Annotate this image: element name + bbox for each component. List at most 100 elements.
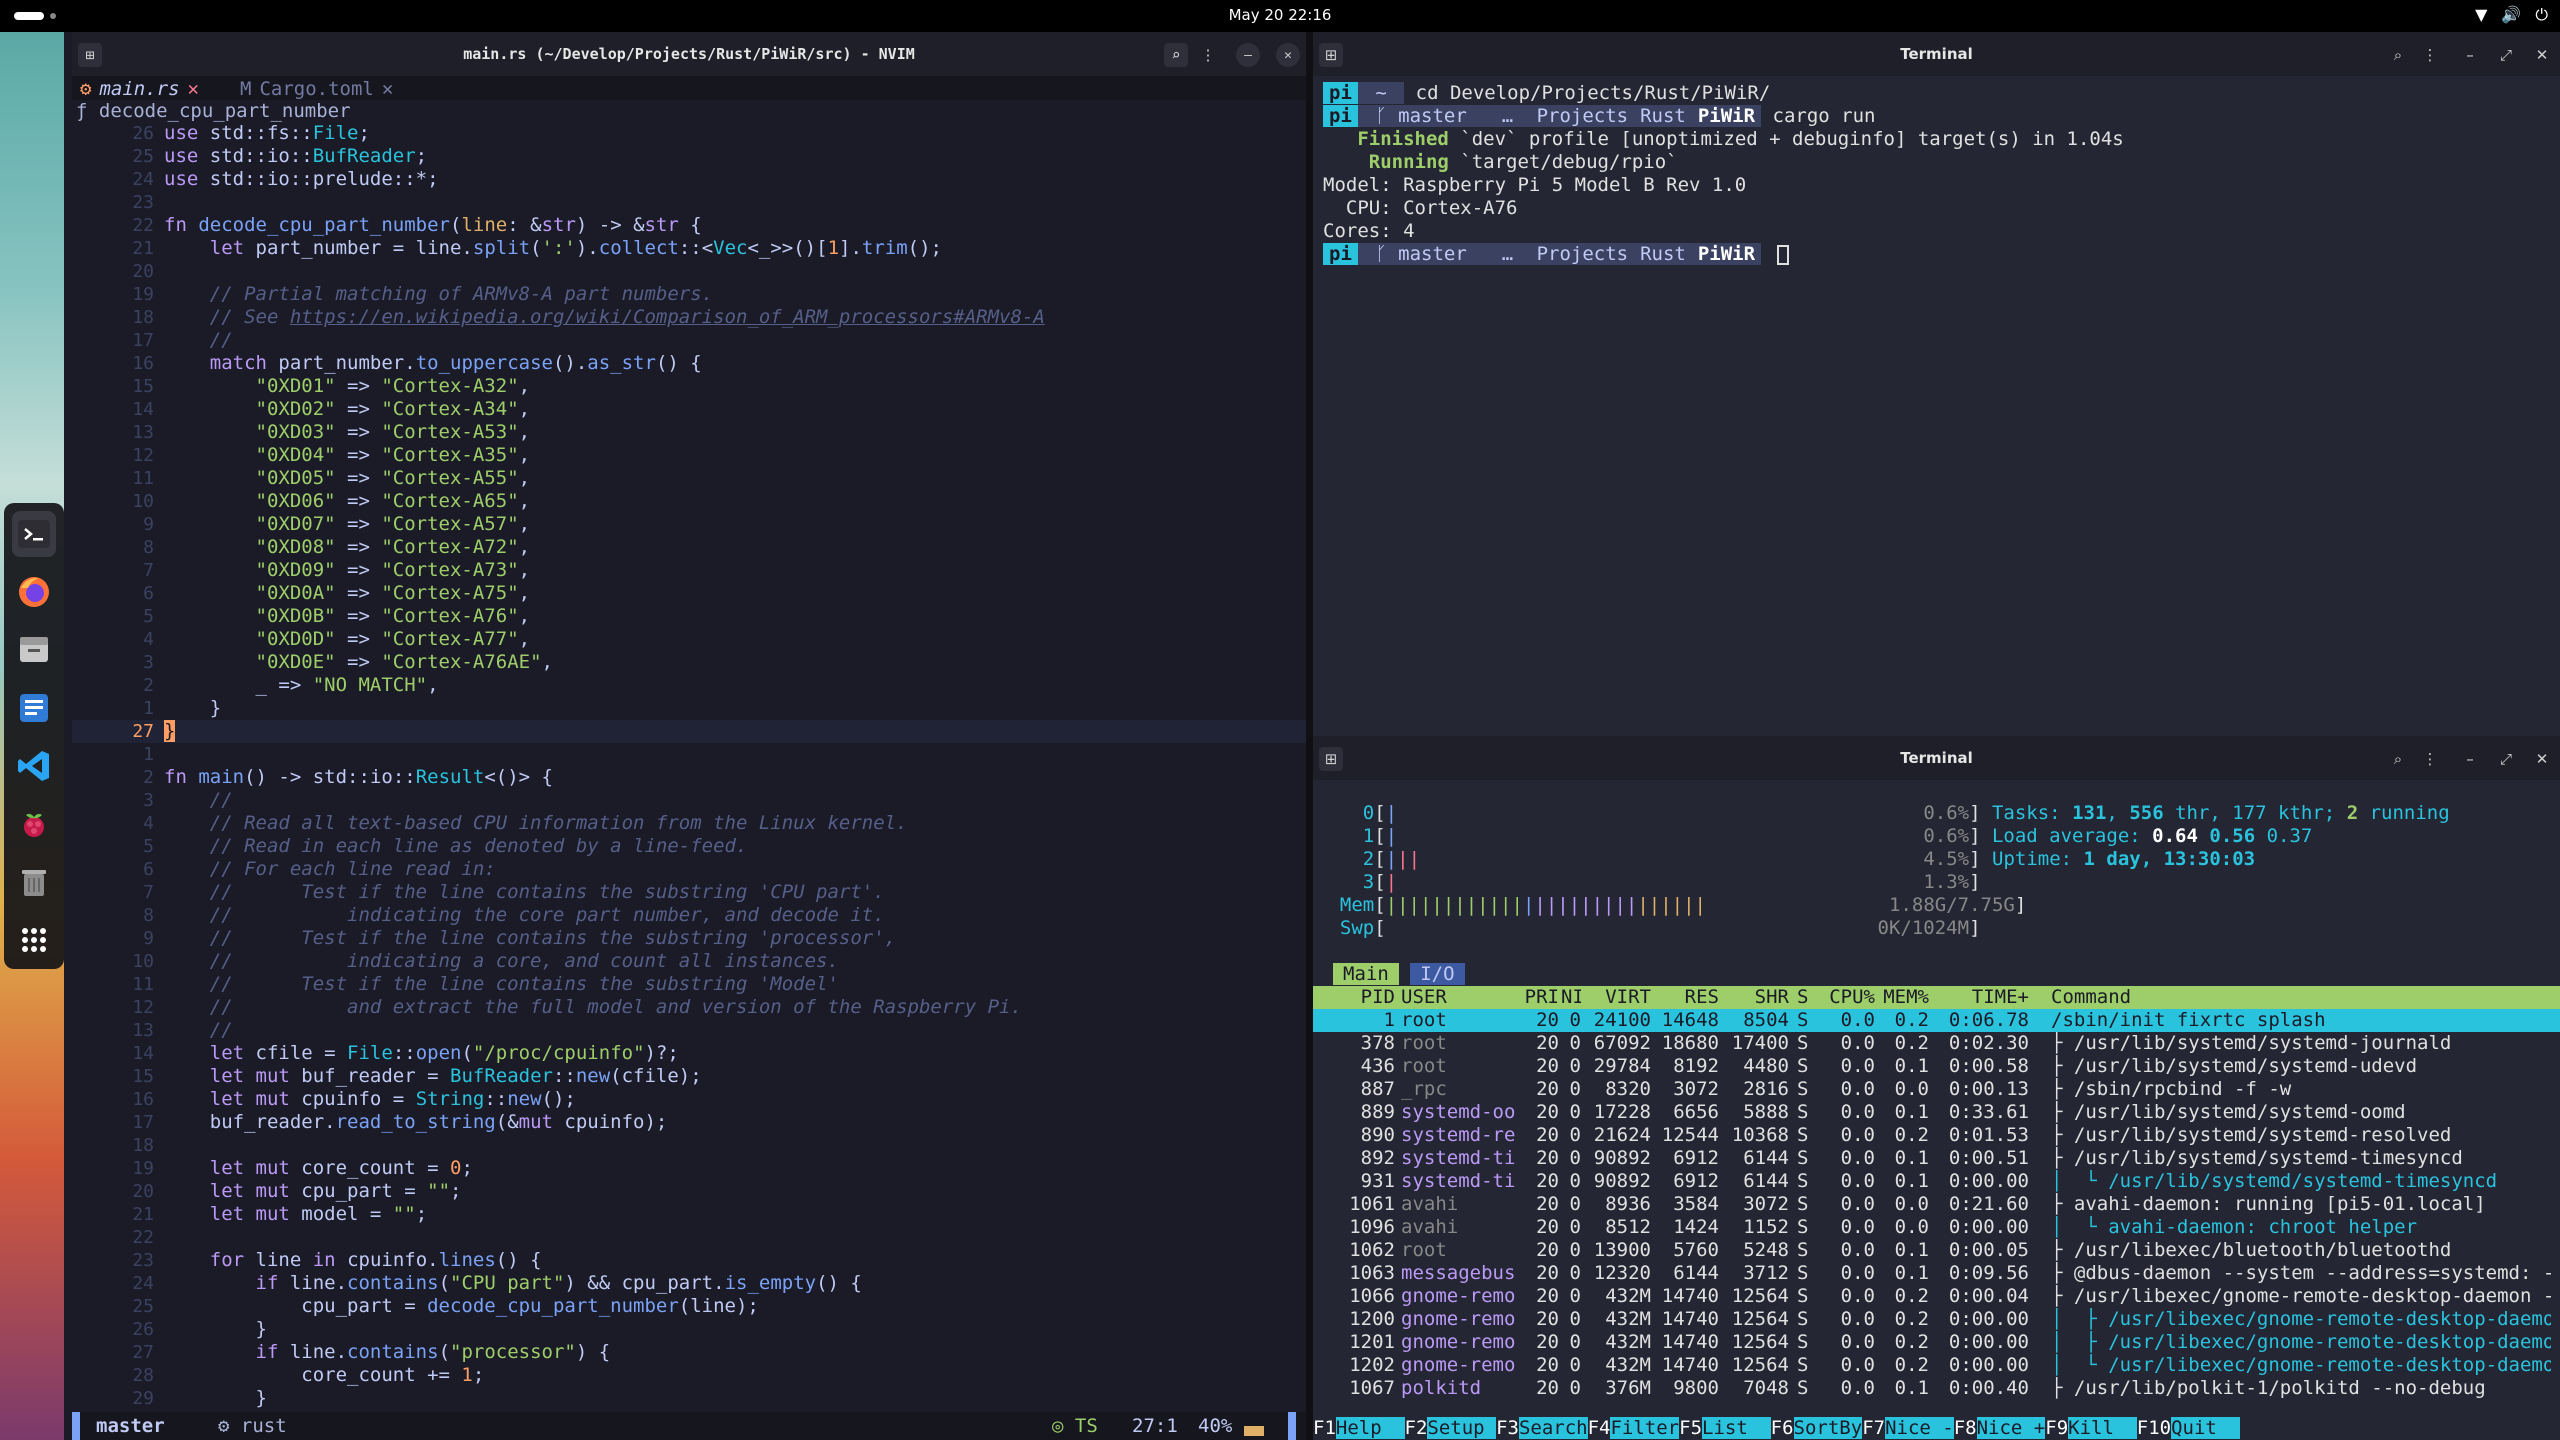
terminal-titlebar[interactable]: ⊞ Terminal ⌕ ⋮ – ⤢ ✕ [1313,32,2560,76]
maximize-icon[interactable]: ⤢ [2494,43,2518,67]
function-key-label[interactable]: Nice + [1976,1417,2046,1439]
code-line[interactable]: 23 [72,191,1306,214]
code-line[interactable]: 24 if line.contains("CPU part") && cpu_p… [72,1272,1306,1295]
function-key-label[interactable]: Quit [2171,1417,2240,1439]
code-line[interactable]: 21 let part_number = line.split(':').col… [72,237,1306,260]
close-icon[interactable]: ✕ [1276,43,1300,67]
function-key-label[interactable]: List [1702,1417,1771,1439]
dock-raspberry[interactable] [12,801,56,847]
code-line[interactable]: 8 // indicating the core part number, an… [72,904,1306,927]
code-line[interactable]: 7 // Test if the line contains the subst… [72,881,1306,904]
process-row[interactable]: 1201 gnome-remo 20 0 432M 14740 12564 S 0.0 0.2 0:… [1313,1331,2560,1354]
function-key[interactable]: F8 [1954,1417,1977,1439]
code-line[interactable]: 13 // [72,1019,1306,1042]
function-key-label[interactable]: Nice - [1885,1417,1954,1439]
buffer-close-icon[interactable]: ✕ [188,78,199,100]
nvim-titlebar[interactable]: ⊞ main.rs (~/Develop/Projects/Rust/PiWiR… [72,32,1306,76]
process-row[interactable]: 1 root 20 0 24100 14648 8504 S 0.0 0.2 0:06.78/sbi… [1313,1009,2560,1032]
htop-tab-main[interactable]: Main [1333,963,1399,985]
search-icon[interactable]: ⌕ [1164,43,1188,67]
function-key[interactable]: F2 [1405,1417,1428,1439]
process-row[interactable]: 887 _rpc 20 0 8320 3072 2816 S 0.0 0.0 0:00.13 ├ /s… [1313,1078,2560,1101]
function-key[interactable]: F3 [1496,1417,1519,1439]
code-line[interactable]: 3 // [72,789,1306,812]
function-key-label[interactable]: Filter [1610,1417,1680,1439]
code-line[interactable]: 26 } [72,1318,1306,1341]
process-row[interactable]: 931 systemd-ti 20 0 90892 6912 6144 S 0.0 0.1 0:00… [1313,1170,2560,1193]
code-line[interactable]: 20 [72,260,1306,283]
menu-icon[interactable]: ⋮ [1196,43,1220,67]
process-table-header[interactable]: PID USER PRI NI VIRT RES SHR S CPU% MEM% TIME+ Comm… [1313,986,2560,1009]
code-line[interactable]: 15 "0XD01" => "Cortex-A32", [72,375,1306,398]
process-row[interactable]: 889 systemd-oo 20 0 17228 6656 5888 S 0.0 0.1 0:33… [1313,1101,2560,1124]
menu-icon[interactable]: ⋮ [2418,747,2442,771]
htop-tab-io[interactable]: I/O [1410,963,1465,985]
dock-vscode[interactable] [12,743,56,789]
function-key[interactable]: F9 [2045,1417,2068,1439]
close-icon[interactable]: ✕ [2530,43,2554,67]
code-line[interactable]: 3 "0XD0E" => "Cortex-A76AE", [72,651,1306,674]
code-line[interactable]: 18 // See https://en.wikipedia.org/wiki/… [72,306,1306,329]
code-line[interactable]: 18 [72,1134,1306,1157]
function-key[interactable]: F7 [1862,1417,1885,1439]
code-line[interactable]: 11 "0XD05" => "Cortex-A55", [72,467,1306,490]
code-line[interactable]: 29 } [72,1387,1306,1410]
code-line[interactable]: 14 let cfile = File::open("/proc/cpuinfo… [72,1042,1306,1065]
htop[interactable]: 0[| 0.6%] Tasks: 131, 556 thr, 177 kthr;… [1313,780,2560,1440]
code-line[interactable]: 25 cpu_part = decode_cpu_part_number(lin… [72,1295,1306,1318]
code-line[interactable]: 19 let mut core_count = 0; [72,1157,1306,1180]
process-row[interactable]: 1066 gnome-remo 20 0 432M 14740 12564 S 0.0 0.2 0:… [1313,1285,2560,1308]
function-key[interactable]: F6 [1771,1417,1794,1439]
process-row[interactable]: 892 systemd-ti 20 0 90892 6912 6144 S 0.0 0.1 0:00… [1313,1147,2560,1170]
function-key[interactable]: F4 [1588,1417,1611,1439]
dock-terminal[interactable] [12,511,56,557]
code-line[interactable]: 22 [72,1226,1306,1249]
code-line[interactable]: 6 // For each line read in: [72,858,1306,881]
buffer-tab-main-rs[interactable]: ⚙ main.rs ✕ [80,78,199,100]
code-line[interactable]: 19 // Partial matching of ARMv8-A part n… [72,283,1306,306]
code-line[interactable]: 2 _ => "NO MATCH", [72,674,1306,697]
process-row[interactable]: 1202 gnome-remo 20 0 432M 14740 12564 S 0.0 0.2 0:… [1313,1354,2560,1377]
function-key-label[interactable]: SortBy [1793,1417,1863,1439]
terminal-output[interactable]: pi ~ cd Develop/Projects/Rust/PiWiR/pi ᚴ… [1313,76,2560,736]
process-table[interactable]: PID USER PRI NI VIRT RES SHR S CPU% MEM% TIME+ Comm… [1313,986,2560,1400]
close-icon[interactable]: ✕ [2530,747,2554,771]
clock[interactable]: May 20 22:16 [0,6,2560,24]
process-row[interactable]: 890 systemd-re 20 0 21624 12544 10368 S 0.0 0.2 0:… [1313,1124,2560,1147]
minimize-icon[interactable]: – [2458,43,2482,67]
process-row[interactable]: 378 root 20 0 67092 18680 17400 S 0.0 0.2 0:02.30 ├… [1313,1032,2560,1055]
function-key[interactable]: F5 [1679,1417,1702,1439]
dock-apps[interactable] [12,917,56,963]
code-line[interactable]: 27 if line.contains("processor") { [72,1341,1306,1364]
code-line[interactable]: 1 } [72,697,1306,720]
buffer-close-icon[interactable]: ✕ [382,78,393,100]
terminal-titlebar[interactable]: ⊞ Terminal ⌕ ⋮ – ⤢ ✕ [1313,736,2560,780]
code-line[interactable]: 7 "0XD09" => "Cortex-A73", [72,559,1306,582]
function-key-label[interactable]: Search [1518,1417,1588,1439]
dock-files[interactable] [12,627,56,673]
dock-firefox[interactable] [12,569,56,615]
code-line[interactable]: 17 // [72,329,1306,352]
process-row[interactable]: 1096 avahi 20 0 8512 1424 1152 S 0.0 0.0 0:00.00 │ … [1313,1216,2560,1239]
process-row[interactable]: 1200 gnome-remo 20 0 432M 14740 12564 S 0.0 0.2 0:… [1313,1308,2560,1331]
dock-docs[interactable] [12,685,56,731]
maximize-icon[interactable]: ⤢ [2494,747,2518,771]
code-line[interactable]: 5 "0XD0B" => "Cortex-A76", [72,605,1306,628]
code-line[interactable]: 13 "0XD03" => "Cortex-A53", [72,421,1306,444]
process-row[interactable]: 1063 messagebus 20 0 12320 6144 3712 S 0.0 0.1 0:0… [1313,1262,2560,1285]
function-key-label[interactable]: Help [1335,1417,1405,1439]
code-line[interactable]: 5 // Read in each line as denoted by a l… [72,835,1306,858]
wifi-icon[interactable]: ▼ [2475,5,2487,25]
search-icon[interactable]: ⌕ [2386,43,2410,67]
code-line[interactable]: 16 match part_number.to_uppercase().as_s… [72,352,1306,375]
code-line[interactable]: 4 // Read all text-based CPU information… [72,812,1306,835]
minimize-icon[interactable]: – [1236,43,1260,67]
code-line[interactable]: 20 let mut cpu_part = ""; [72,1180,1306,1203]
code-line[interactable]: 6 "0XD0A" => "Cortex-A75", [72,582,1306,605]
code-line[interactable]: 8 "0XD08" => "Cortex-A72", [72,536,1306,559]
process-row[interactable]: 1062 root 20 0 13900 5760 5248 S 0.0 0.1 0:00.05 ├ … [1313,1239,2560,1262]
new-tab-icon[interactable]: ⊞ [78,43,102,67]
code-line[interactable]: 9 // Test if the line contains the subst… [72,927,1306,950]
code-line[interactable]: 2 fn main() -> std::io::Result<()> { [72,766,1306,789]
function-key[interactable]: F1 [1313,1417,1336,1439]
